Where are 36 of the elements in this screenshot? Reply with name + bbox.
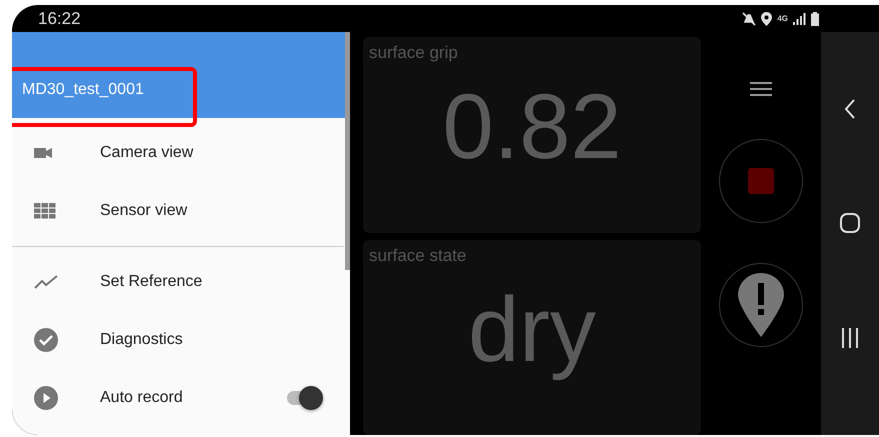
home-icon	[840, 213, 860, 234]
network-type: 4G	[777, 14, 788, 23]
battery-icon	[811, 12, 819, 26]
drawer-item-label: Sensor view	[100, 202, 188, 220]
card-label: surface state	[369, 246, 468, 266]
trend-line-icon	[34, 275, 58, 289]
card-value: dry	[468, 280, 596, 381]
stop-icon	[748, 168, 774, 194]
back-icon	[844, 99, 856, 120]
menu-icon	[750, 82, 772, 96]
back-button[interactable]	[844, 99, 856, 120]
drawer-item[interactable]: Diagnostics	[12, 311, 344, 369]
drawer-item[interactable]: Set Reference	[12, 253, 344, 311]
drawer-item[interactable]: Auto record	[12, 369, 344, 427]
drawer-item-label: Auto record	[100, 389, 184, 407]
pin-exclamation-icon	[738, 273, 784, 337]
card-label: surface grip	[369, 43, 459, 63]
home-button[interactable]	[840, 213, 860, 234]
recents-button[interactable]	[841, 328, 859, 348]
drawer-item-label: Diagnostics	[100, 331, 184, 349]
signal-icon	[793, 12, 806, 24]
recents-icon	[841, 328, 859, 348]
video-camera-icon	[34, 147, 52, 159]
drawer-item-label: Set Reference	[100, 273, 204, 291]
status-time: 16:22	[38, 8, 81, 28]
drawer-item-label: Camera view	[100, 144, 194, 162]
location-pin-icon	[761, 12, 772, 26]
check-circle-icon	[34, 328, 58, 352]
play-circle-icon	[34, 386, 58, 410]
menu-button[interactable]	[750, 82, 772, 99]
drawer-item[interactable]: Sensor view	[12, 182, 344, 240]
grid-icon	[34, 203, 56, 219]
card-value: 0.82	[442, 77, 622, 178]
drawer-item[interactable]: Camera view	[12, 124, 344, 182]
device-name: MD30_test_0001	[22, 81, 144, 99]
mute-icon	[742, 12, 756, 26]
